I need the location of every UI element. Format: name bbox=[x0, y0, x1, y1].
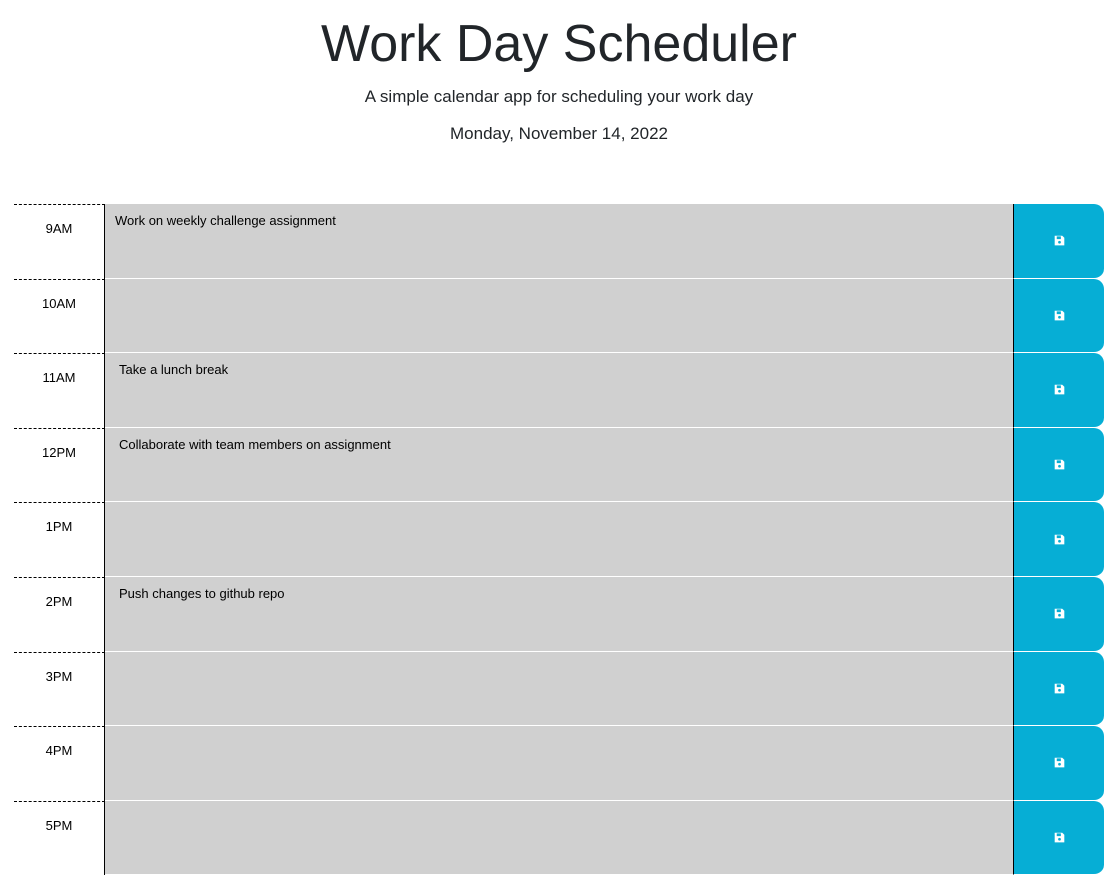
description-input[interactable] bbox=[105, 278, 1013, 354]
save-button[interactable] bbox=[1013, 427, 1104, 503]
timeblock-row-10am: 10AM bbox=[14, 278, 1104, 354]
save-button[interactable] bbox=[1013, 353, 1104, 428]
timeblock-row-3pm: 3PM bbox=[14, 651, 1104, 727]
timeblock-row-4pm: 4PM bbox=[14, 726, 1104, 801]
save-button[interactable] bbox=[1013, 726, 1104, 801]
description-input[interactable]: Take a lunch break bbox=[105, 353, 1013, 428]
page-subtitle: A simple calendar app for scheduling you… bbox=[364, 87, 754, 106]
timeblock-row-11am: 11AM Take a lunch break bbox=[14, 353, 1104, 428]
description-input[interactable] bbox=[105, 651, 1013, 727]
save-button[interactable] bbox=[1013, 204, 1104, 279]
floppy-disk-icon bbox=[1054, 310, 1065, 321]
description-input[interactable] bbox=[105, 502, 1013, 577]
save-button[interactable] bbox=[1013, 576, 1104, 652]
description-input[interactable] bbox=[105, 800, 1013, 876]
save-button[interactable] bbox=[1013, 800, 1104, 876]
timeblock-row-9am: 9AM Work on weekly challenge assignment bbox=[14, 204, 1104, 279]
timeblock-list: 9AM Work on weekly challenge assignment … bbox=[14, 204, 1104, 876]
save-button[interactable] bbox=[1013, 651, 1104, 727]
floppy-disk-icon bbox=[1054, 832, 1065, 843]
floppy-disk-icon bbox=[1054, 459, 1065, 470]
floppy-disk-icon bbox=[1054, 384, 1065, 395]
current-day: Monday, November 14, 2022 bbox=[450, 124, 668, 143]
floppy-disk-icon bbox=[1054, 235, 1065, 246]
floppy-disk-icon bbox=[1054, 683, 1065, 694]
hour-label: 5PM bbox=[14, 800, 105, 876]
hour-label: 12PM bbox=[14, 427, 105, 503]
floppy-disk-icon bbox=[1054, 757, 1065, 768]
hour-label: 10AM bbox=[14, 278, 105, 354]
hour-label: 1PM bbox=[14, 502, 105, 577]
timeblock-row-2pm: 2PM Push changes to github repo bbox=[14, 576, 1104, 652]
hour-label: 3PM bbox=[14, 651, 105, 727]
timeblock-row-1pm: 1PM bbox=[14, 502, 1104, 577]
hour-label: 9AM bbox=[14, 204, 105, 279]
timeblock-row-12pm: 12PM Collaborate with team members on as… bbox=[14, 427, 1104, 503]
floppy-disk-icon bbox=[1054, 608, 1065, 619]
page-header: Work Day Scheduler A simple calendar app… bbox=[0, 0, 1120, 205]
hour-label: 11AM bbox=[14, 353, 105, 428]
description-input[interactable]: Push changes to github repo bbox=[105, 576, 1013, 652]
description-input[interactable] bbox=[105, 726, 1013, 801]
hour-label: 2PM bbox=[14, 576, 105, 652]
hour-label: 4PM bbox=[14, 726, 105, 801]
timeblock-row-5pm: 5PM bbox=[14, 800, 1104, 876]
description-input[interactable]: Collaborate with team members on assignm… bbox=[105, 427, 1013, 503]
floppy-disk-icon bbox=[1054, 534, 1065, 545]
save-button[interactable] bbox=[1013, 502, 1104, 577]
page-title: Work Day Scheduler bbox=[321, 15, 797, 73]
description-input[interactable]: Work on weekly challenge assignment bbox=[105, 204, 1013, 279]
save-button[interactable] bbox=[1013, 278, 1104, 354]
